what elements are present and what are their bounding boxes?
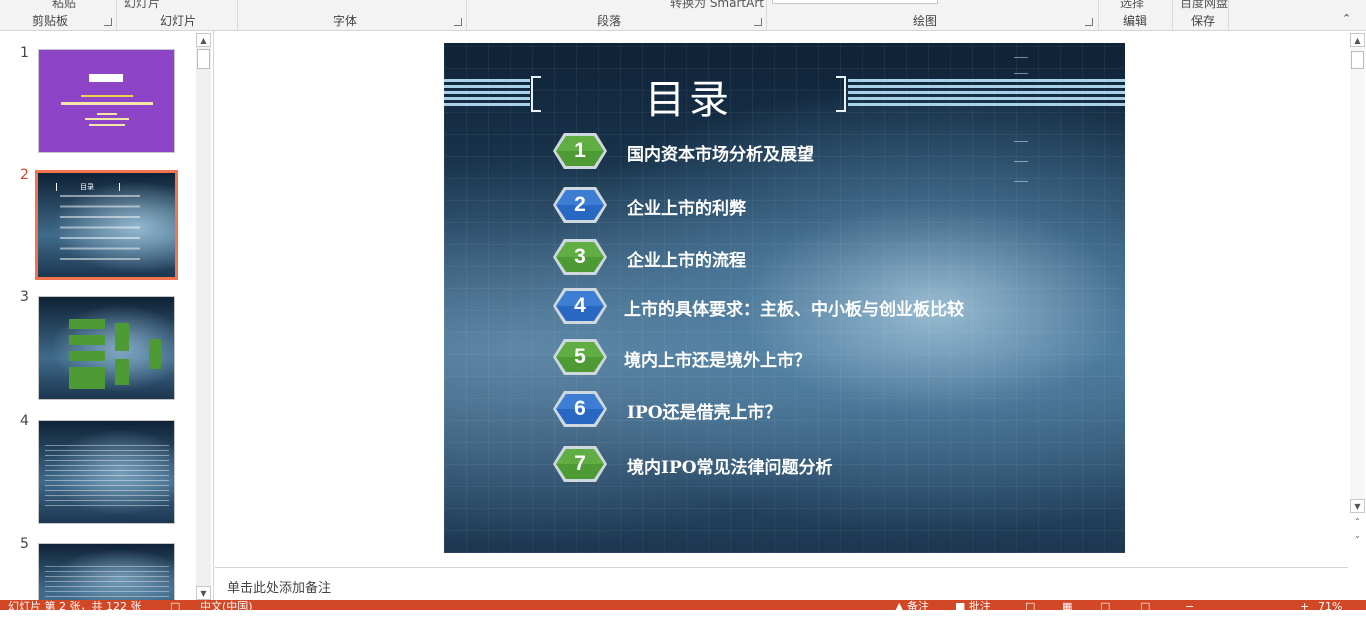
toc-text: 企业上市的利弊 (627, 199, 746, 219)
toc-text: IPO还是借壳上市？ (627, 403, 782, 423)
toc-number: 7 (574, 452, 586, 475)
thumbnail-image[interactable] (38, 543, 175, 603)
title-stripe-right (848, 79, 1125, 109)
slide-editor: 目录 1 国内资本市场分析及展望 2 企业上市的利弊 3 企业上市的流程 4 上… (215, 31, 1365, 567)
ribbon-separator (1172, 0, 1173, 30)
notes-placeholder[interactable]: 单击此处添加备注 (227, 577, 331, 596)
group-label-slides: 幻灯片 (159, 14, 196, 28)
ribbon-separator (116, 0, 117, 30)
comments-button[interactable]: ■ 批注 (955, 600, 991, 611)
scroll-down-icon[interactable]: ▼ (196, 586, 211, 600)
ribbon-separator (237, 0, 238, 30)
language-indicator[interactable]: 中文(中国) (200, 601, 253, 611)
thumbnail-image[interactable]: 目录 (38, 173, 175, 277)
toc-number: 5 (574, 345, 586, 368)
slide-counter: 幻灯片 第 2 张，共 122 张 (8, 600, 142, 611)
font-launcher-icon[interactable] (454, 18, 462, 26)
group-label-editing: 编辑 (1122, 14, 1147, 28)
prev-next-slide-icon[interactable]: ⌃ ⌄ (1352, 515, 1363, 545)
toc-number: 2 (574, 193, 586, 216)
toc-item-2[interactable]: 2 企业上市的利弊 (552, 186, 1072, 226)
toc-item-4[interactable]: 4 上市的具体要求：主板、中小板与创业板比较 (552, 287, 1072, 327)
toc-text: 国内资本市场分析及展望 (627, 145, 814, 165)
thumbnail-scrollbar[interactable]: ▲ ▼ (196, 33, 211, 600)
toc-number: 1 (574, 139, 586, 162)
toc-text: 境内上市还是境外上市？ (624, 351, 811, 371)
ribbon-separator (766, 0, 767, 30)
slide-sorter-icon[interactable]: ▦ (1062, 601, 1072, 611)
scroll-down-icon[interactable]: ▼ (1350, 499, 1365, 513)
group-label-clipboard: 剪贴板 (31, 14, 68, 28)
paragraph-launcher-icon[interactable] (754, 18, 762, 26)
thumbnail-number: 2 (20, 167, 29, 183)
shape-gallery-box[interactable] (772, 0, 938, 4)
scroll-thumb[interactable] (1351, 51, 1364, 69)
group-label-font: 字体 (332, 14, 357, 28)
thumbnail-number: 3 (20, 289, 29, 305)
reading-view-icon[interactable]: □ (1100, 601, 1110, 611)
slide-title[interactable]: 目录 (544, 67, 834, 125)
thumbnail-image[interactable] (38, 420, 175, 524)
toc-text: 企业上市的流程 (627, 251, 746, 271)
select-fragment[interactable]: 选择 (1120, 0, 1144, 11)
comments-button-label: 批注 (968, 600, 991, 611)
collapse-ribbon-icon[interactable]: ⌃ (1342, 13, 1352, 24)
scroll-up-icon[interactable]: ▲ (1350, 33, 1365, 47)
notes-button[interactable]: ▲ 备注 (895, 600, 929, 611)
toc-item-3[interactable]: 3 企业上市的流程 (552, 238, 1072, 278)
thumbnail-slide-4[interactable]: 4 (0, 399, 196, 524)
ribbon-separator (1228, 0, 1229, 30)
ribbon-separator (466, 0, 467, 30)
drawing-launcher-icon[interactable] (1085, 18, 1093, 26)
thumbnail-number: 1 (20, 45, 29, 61)
zoom-level[interactable]: 71% (1318, 601, 1342, 611)
thumbnail-slide-1[interactable]: 1 (0, 31, 196, 153)
thumbnail-slide-2[interactable]: 2 目录 (0, 152, 196, 280)
toc-item-5[interactable]: 5 境内上市还是境外上市？ (552, 338, 1072, 378)
toc-number: 6 (574, 397, 586, 420)
convert-smartart-fragment[interactable]: 转换为 SmartArt (670, 0, 764, 11)
baidu-pan-fragment[interactable]: 百度网盘 (1180, 0, 1228, 11)
paste-fragment[interactable]: 粘贴 (52, 0, 76, 11)
group-label-save: 保存 (1190, 14, 1215, 28)
toc-text: 境内IPO常见法律问题分析 (627, 458, 833, 478)
zoom-out-icon[interactable]: − (1185, 601, 1194, 611)
status-bar: 幻灯片 第 2 张，共 122 张 □ 中文(中国) ▲ 备注 ■ 批注 □ ▦… (0, 600, 1366, 610)
toc-text: 上市的具体要求：主板、中小板与创业板比较 (624, 300, 964, 320)
ribbon: 粘贴 幻灯片 转换为 SmartArt 选择 百度网盘 剪贴板 幻灯片 字体 段… (0, 0, 1366, 31)
thumbnail-image[interactable] (38, 296, 175, 400)
thumbnail-number: 4 (20, 413, 29, 429)
toc-item-7[interactable]: 7 境内IPO常见法律问题分析 (552, 445, 1072, 485)
normal-view-icon[interactable]: □ (1025, 601, 1035, 611)
group-label-drawing: 绘图 (912, 14, 937, 28)
title-bracket-left (531, 76, 541, 112)
notes-button-label: 备注 (906, 600, 929, 611)
thumbnail-image[interactable] (38, 49, 175, 153)
new-slide-fragment[interactable]: 幻灯片 (124, 0, 160, 11)
clipboard-launcher-icon[interactable] (104, 18, 112, 26)
thumbnail-pane: 1 2 目录 3 4 5 ▲ ▼ (0, 31, 214, 603)
title-bracket-right (836, 76, 846, 112)
thumbnail-slide-5[interactable]: 5 (0, 522, 196, 632)
zoom-in-icon[interactable]: + (1300, 601, 1309, 611)
ribbon-separator (1098, 0, 1099, 30)
editor-scrollbar[interactable]: ▲ ▼ (1350, 33, 1365, 513)
scroll-thumb[interactable] (197, 49, 210, 69)
thumbnail-slide-3[interactable]: 3 (0, 275, 196, 400)
scroll-up-icon[interactable]: ▲ (196, 33, 211, 47)
toc-item-6[interactable]: 6 IPO还是借壳上市？ (552, 390, 1072, 430)
current-slide[interactable]: 目录 1 国内资本市场分析及展望 2 企业上市的利弊 3 企业上市的流程 4 上… (444, 43, 1125, 553)
spellcheck-icon[interactable]: □ (170, 601, 180, 611)
group-label-paragraph: 段落 (596, 14, 621, 28)
toc-number: 4 (574, 294, 586, 317)
toc-number: 3 (574, 245, 586, 268)
toc-item-1[interactable]: 1 国内资本市场分析及展望 (552, 132, 1072, 172)
slideshow-icon[interactable]: □ (1140, 601, 1150, 611)
thumbnail-number: 5 (20, 536, 29, 552)
title-stripe-left (444, 79, 530, 109)
notes-pane[interactable]: 单击此处添加备注 (215, 567, 1348, 600)
thumbnail-title: 目录 (80, 183, 94, 191)
